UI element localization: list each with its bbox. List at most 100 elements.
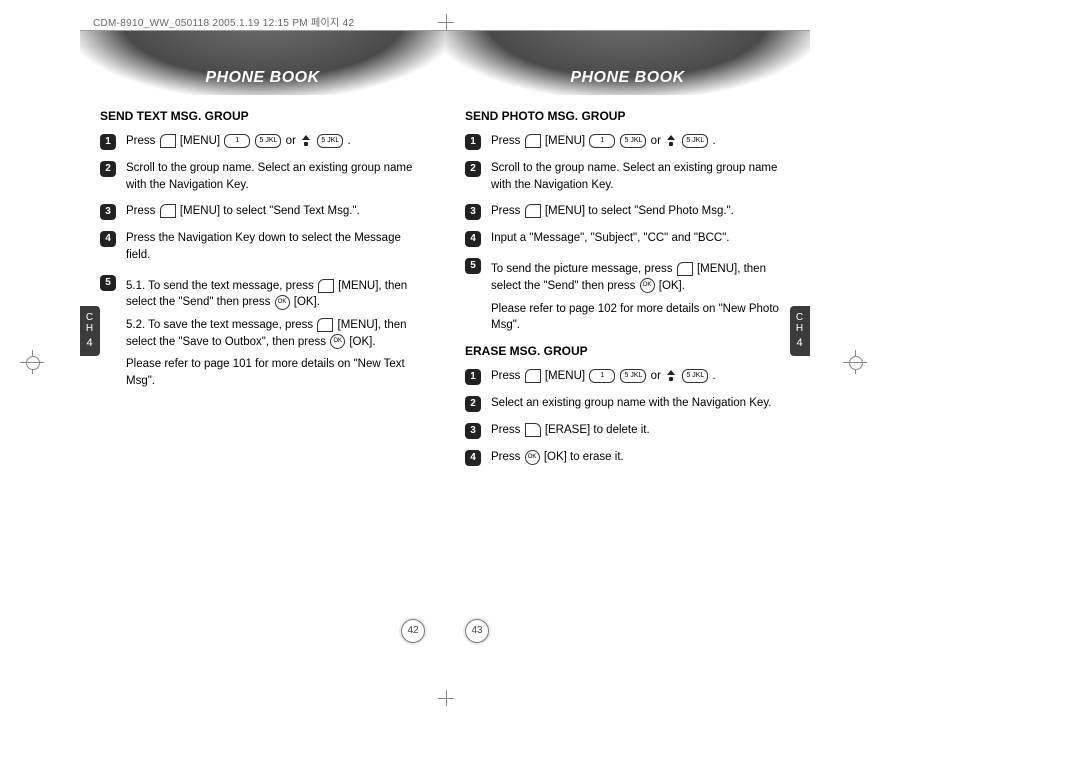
step-body: Press [MENU] 1 5 JKL or 5 JKL . bbox=[491, 133, 790, 150]
erase-key-icon bbox=[525, 423, 541, 437]
step-badge: 4 bbox=[465, 450, 481, 466]
step-body: Press [ERASE] to delete it. bbox=[491, 422, 790, 439]
dpad-icon bbox=[665, 370, 677, 382]
ok-key-icon: OK bbox=[640, 278, 655, 293]
softkey-icon bbox=[525, 134, 541, 148]
step-4: 4 Press the Navigation Key down to selec… bbox=[100, 230, 425, 263]
left-header-title: PHONE BOOK bbox=[80, 69, 445, 87]
one-key-icon: 1 bbox=[224, 134, 250, 148]
section-title-send-photo: SEND PHOTO MSG. GROUP bbox=[465, 109, 790, 123]
softkey-icon bbox=[677, 262, 693, 276]
step-badge: 3 bbox=[100, 204, 116, 220]
step-5: 5 To send the picture message, press [ME… bbox=[465, 257, 790, 334]
step-body: Press the Navigation Key down to select … bbox=[126, 230, 425, 263]
step-badge: 2 bbox=[465, 396, 481, 412]
right-header-title: PHONE BOOK bbox=[445, 69, 810, 87]
step-body: Input a "Message", "Subject", "CC" and "… bbox=[491, 230, 790, 247]
softkey-icon bbox=[525, 204, 541, 218]
step-badge: 1 bbox=[465, 134, 481, 150]
step-body: 5.1. To send the text message, press [ME… bbox=[126, 274, 425, 390]
substep-5-2: 5.2. To save the text message, press [ME… bbox=[126, 317, 425, 350]
step-2: 2 Select an existing group name with the… bbox=[465, 395, 790, 412]
chapter-tab-number: 4 bbox=[80, 337, 100, 349]
text: [OK]. bbox=[349, 336, 375, 348]
text: Press bbox=[126, 135, 155, 147]
text: [MENU] to select "Send Text Msg.". bbox=[180, 205, 360, 217]
text: Press bbox=[491, 205, 520, 217]
note-text: Please refer to page 102 for more detail… bbox=[491, 301, 790, 334]
crop-mark-right bbox=[843, 350, 867, 374]
step-4: 4 Press OK [OK] to erase it. bbox=[465, 449, 790, 466]
text: Press bbox=[491, 451, 520, 463]
text: Press bbox=[126, 205, 155, 217]
step-badge: 2 bbox=[465, 161, 481, 177]
text: Press bbox=[491, 370, 520, 382]
chapter-tab-label: CH bbox=[790, 312, 810, 334]
softkey-icon bbox=[160, 204, 176, 218]
text: or bbox=[286, 135, 296, 147]
step-3: 3 Press [ERASE] to delete it. bbox=[465, 422, 790, 439]
text: [MENU] bbox=[180, 135, 220, 147]
chapter-tab-number: 4 bbox=[790, 337, 810, 349]
dpad-icon bbox=[300, 135, 312, 147]
left-page: CH 4 PHONE BOOK SEND TEXT MSG. GROUP 1 P… bbox=[80, 31, 445, 651]
left-page-number: 42 bbox=[401, 619, 425, 643]
ok-key-icon: OK bbox=[525, 450, 540, 465]
text: [MENU] bbox=[545, 135, 585, 147]
dpad-icon bbox=[665, 135, 677, 147]
text: [ERASE] to delete it. bbox=[545, 424, 650, 436]
step-badge: 5 bbox=[100, 275, 116, 291]
steps-erase: 1 Press [MENU] 1 5 JKL or 5 JKL . 2 Sele… bbox=[465, 368, 790, 466]
step-body: Scroll to the group name. Select an exis… bbox=[491, 160, 790, 193]
step-badge: 2 bbox=[100, 161, 116, 177]
text: [OK]. bbox=[294, 296, 320, 308]
step-1: 1 Press [MENU] 1 5 JKL or 5 JKL . bbox=[465, 133, 790, 150]
text: [MENU] to select "Send Photo Msg.". bbox=[545, 205, 734, 217]
softkey-icon bbox=[318, 279, 334, 293]
crop-mark-top bbox=[438, 14, 454, 30]
text: [MENU] bbox=[545, 370, 585, 382]
text: or bbox=[651, 135, 661, 147]
step-3: 3 Press [MENU] to select "Send Photo Msg… bbox=[465, 203, 790, 220]
text: . bbox=[713, 370, 716, 382]
five-key-icon: 5 JKL bbox=[682, 134, 708, 148]
text: To send the picture message, press bbox=[491, 263, 673, 275]
five-key-icon: 5 JKL bbox=[620, 134, 646, 148]
softkey-icon bbox=[160, 134, 176, 148]
right-page-number: 43 bbox=[465, 619, 489, 643]
substep-5-1: 5.1. To send the text message, press [ME… bbox=[126, 278, 425, 311]
page-spread: CH 4 PHONE BOOK SEND TEXT MSG. GROUP 1 P… bbox=[80, 30, 810, 651]
steps-send-photo: 1 Press [MENU] 1 5 JKL or 5 JKL . 2 Scro… bbox=[465, 133, 790, 334]
crop-mark-bottom bbox=[438, 690, 454, 706]
step-badge: 4 bbox=[100, 231, 116, 247]
text: . bbox=[713, 135, 716, 147]
source-file-meta: CDM-8910_WW_050118 2005.1.19 12:15 PM 페이… bbox=[93, 14, 354, 29]
text: 5.1. To send the text message, press bbox=[126, 280, 314, 292]
text: or bbox=[651, 370, 661, 382]
step-body: To send the picture message, press [MENU… bbox=[491, 257, 790, 334]
step-badge: 4 bbox=[465, 231, 481, 247]
chapter-tab-right: CH 4 bbox=[790, 306, 810, 356]
left-header: PHONE BOOK bbox=[80, 31, 445, 95]
one-key-icon: 1 bbox=[589, 134, 615, 148]
step-badge: 3 bbox=[465, 423, 481, 439]
section-title-send-text: SEND TEXT MSG. GROUP bbox=[100, 109, 425, 123]
step-1: 1 Press [MENU] 1 5 JKL or 5 JKL . bbox=[465, 368, 790, 385]
text: Press bbox=[491, 424, 520, 436]
right-page: CH 4 PHONE BOOK SEND PHOTO MSG. GROUP 1 … bbox=[445, 31, 810, 651]
step-2: 2 Scroll to the group name. Select an ex… bbox=[465, 160, 790, 193]
text: Press bbox=[491, 135, 520, 147]
five-key-icon: 5 JKL bbox=[255, 134, 281, 148]
steps-send-text: 1 Press [MENU] 1 5 JKL or 5 JKL . 2 Scro… bbox=[100, 133, 425, 390]
step-body: Press [MENU] to select "Send Text Msg.". bbox=[126, 203, 425, 220]
softkey-icon bbox=[525, 369, 541, 383]
softkey-icon bbox=[317, 318, 333, 332]
chapter-tab-label: CH bbox=[80, 312, 100, 334]
ok-key-icon: OK bbox=[275, 295, 290, 310]
step-body: Press [MENU] to select "Send Photo Msg."… bbox=[491, 203, 790, 220]
step-body: Select an existing group name with the N… bbox=[491, 395, 790, 412]
text: [OK]. bbox=[659, 280, 685, 292]
step-badge: 1 bbox=[465, 369, 481, 385]
step-3: 3 Press [MENU] to select "Send Text Msg.… bbox=[100, 203, 425, 220]
text: [OK] to erase it. bbox=[544, 451, 624, 463]
